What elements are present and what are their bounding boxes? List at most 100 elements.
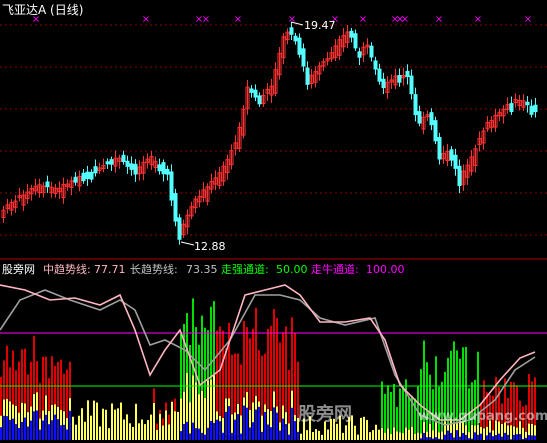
indicator-bar <box>531 423 533 436</box>
indicator-bar <box>258 406 260 440</box>
indicator-bar <box>249 338 251 410</box>
candle-body <box>157 164 162 172</box>
candle-body <box>369 45 374 58</box>
indicator-bar <box>48 424 50 440</box>
indicator-bar <box>255 409 257 440</box>
indicator-bar <box>126 414 128 440</box>
indicator-bar <box>279 430 281 440</box>
indicator-bar <box>465 434 467 440</box>
indicator-bar <box>78 415 80 440</box>
indicator-bar <box>42 356 44 411</box>
indicator-bar <box>495 435 497 440</box>
signal-marker: × <box>359 14 367 25</box>
indicator-bar <box>477 434 479 440</box>
indicator-bar <box>393 427 395 440</box>
indicator-bar <box>516 434 518 440</box>
indicator-bar <box>435 422 437 438</box>
indicator-bar <box>426 437 428 440</box>
indicator-bar <box>198 394 200 429</box>
indicator-bar <box>534 435 536 440</box>
indicator-bar <box>96 402 98 440</box>
indicator-bar <box>501 423 503 437</box>
candle-body <box>129 163 134 170</box>
indicator-bar <box>225 411 227 440</box>
indicator-bar <box>150 414 152 440</box>
indicator-bar <box>21 402 23 422</box>
indicator-bar <box>87 400 89 440</box>
indicator-bar <box>327 429 329 440</box>
indicator-bar <box>144 424 146 440</box>
candle-body <box>133 163 138 175</box>
candle-body <box>529 105 534 115</box>
candlestick-series <box>1 22 538 245</box>
indicator-bar <box>408 397 410 430</box>
indicator-bar <box>36 410 38 440</box>
indicator-bar <box>276 406 278 413</box>
indicator-bar <box>273 391 275 408</box>
indicator-bar <box>0 376 2 416</box>
candle-body <box>377 68 382 82</box>
stock-chart[interactable]: × × ×× × × × × ××× × × × 飞亚达A (日线) 19.47 12.88 股旁网… <box>0 0 547 443</box>
signal-marker: × <box>234 14 242 25</box>
candle-body <box>249 88 254 93</box>
indicator-bar <box>216 419 218 440</box>
indicator-bar <box>240 364 242 416</box>
indicator-bar <box>228 322 230 399</box>
indicator-bar <box>417 432 419 440</box>
strong-channel-value: 50.00 <box>276 263 308 276</box>
candle-body <box>417 111 422 124</box>
indicator-bar <box>237 404 239 415</box>
indicator-bar <box>171 401 173 440</box>
candle-body <box>437 137 442 160</box>
indicator-bar <box>342 432 344 440</box>
indicator-bar <box>252 328 254 403</box>
indicator-bar <box>414 433 416 440</box>
indicator-bar <box>105 409 107 440</box>
indicator-bar <box>432 430 434 439</box>
indicator-bar <box>159 410 161 414</box>
indicator-bar <box>30 420 32 440</box>
indicator-bar <box>294 332 296 416</box>
indicator-bar <box>216 411 218 420</box>
indicator-bar <box>213 301 215 376</box>
indicator-bar <box>9 401 11 420</box>
indicator-bar <box>285 326 287 413</box>
indicator-bar <box>282 332 284 406</box>
indicator-bar <box>300 433 302 440</box>
candle-body <box>121 154 126 163</box>
candle-body <box>293 35 298 42</box>
candle-body <box>169 171 174 201</box>
candle-body <box>81 172 86 182</box>
candle-body <box>253 89 258 98</box>
indicator-bar <box>27 412 29 427</box>
indicator-bar <box>312 431 314 440</box>
indicator-bar <box>66 369 68 419</box>
indicator-bar <box>69 361 71 399</box>
indicator-bar <box>132 426 134 440</box>
indicator-bar <box>486 435 488 440</box>
indicator-bar <box>453 422 455 438</box>
indicator-bar <box>42 410 44 421</box>
candle-body <box>429 112 434 126</box>
indicator-bar <box>396 407 398 432</box>
signal-marker: × <box>474 14 482 25</box>
indicator-bar <box>81 408 83 440</box>
candle-body <box>165 168 170 175</box>
indicator-bar <box>525 437 527 440</box>
indicator-bar <box>231 432 233 440</box>
candle-body <box>305 67 310 85</box>
indicator-bar <box>51 420 53 440</box>
indicator-bar <box>39 429 41 440</box>
indicator-bar <box>159 413 161 440</box>
signal-marker: × <box>202 14 210 25</box>
indicator-bar <box>507 434 509 440</box>
indicator-bar <box>42 420 44 440</box>
indicator-bar <box>24 348 26 404</box>
price-grid <box>0 24 547 236</box>
indicator-bar <box>291 317 293 391</box>
indicator-bar <box>51 356 53 405</box>
indicator-bar <box>381 427 383 440</box>
indicator-bar <box>18 412 20 429</box>
indicator-bar <box>153 388 155 403</box>
indicator-bar <box>381 381 383 428</box>
